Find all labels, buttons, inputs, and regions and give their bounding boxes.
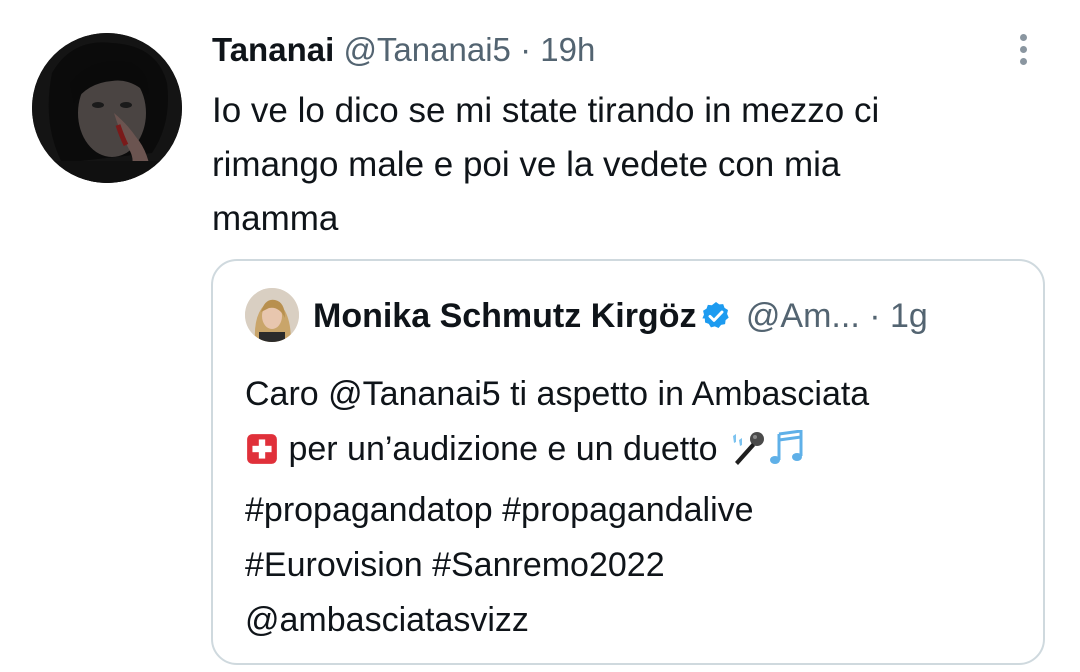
quoted-author-name[interactable]: Monika Schmutz Kirgöz: [313, 297, 696, 335]
quoted-text-line: per un’audizione e un duetto: [245, 422, 1035, 483]
tweet-header: Tananai @Tananai5 · 19h: [212, 26, 595, 74]
quoted-author-handle[interactable]: @Am...: [746, 297, 860, 335]
quoted-text-line: Caro @Tananai5 ti aspetto in Ambasciata: [245, 375, 870, 413]
quoted-text: Caro @Tananai5 ti aspetto in Ambasciata …: [245, 367, 1035, 648]
verified-badge-icon: [700, 298, 732, 344]
more-vertical-icon[interactable]: [1014, 30, 1034, 70]
quoted-time[interactable]: 1g: [890, 297, 928, 335]
swiss-flag-emoji: [245, 428, 279, 483]
tweet-text-line: Io ve lo dico se mi state tirando in mez…: [212, 91, 880, 130]
author-avatar[interactable]: [32, 33, 182, 183]
quoted-mention[interactable]: @ambasciatasvizz: [245, 593, 1035, 648]
quoted-tweet[interactable]: Monika Schmutz Kirgöz @Am... · 1g Caro @…: [211, 259, 1045, 665]
tweet-text: Io ve lo dico se mi state tirando in mez…: [212, 84, 1012, 246]
musical-notes-emoji: [767, 428, 807, 483]
quoted-text-segment: per un’audizione e un duetto: [288, 430, 718, 468]
separator-dot: ·: [869, 297, 881, 335]
quoted-hashtags-line[interactable]: #propagandatop #propagandalive: [245, 483, 1035, 538]
quoted-author-avatar[interactable]: [245, 288, 299, 342]
tweet-time[interactable]: 19h: [540, 31, 595, 68]
author-handle[interactable]: @Tananai5: [343, 31, 510, 68]
separator-dot: ·: [520, 31, 532, 68]
microphone-emoji: [727, 428, 767, 483]
tweet-text-line: rimango male e poi ve la vedete con mia: [212, 145, 841, 184]
quoted-hashtags-line[interactable]: #Eurovision #Sanremo2022: [245, 538, 1035, 593]
quoted-header: Monika Schmutz Kirgöz @Am... · 1g: [313, 293, 928, 344]
author-name[interactable]: Tananai: [212, 31, 334, 68]
tweet-text-line: mamma: [212, 199, 339, 238]
